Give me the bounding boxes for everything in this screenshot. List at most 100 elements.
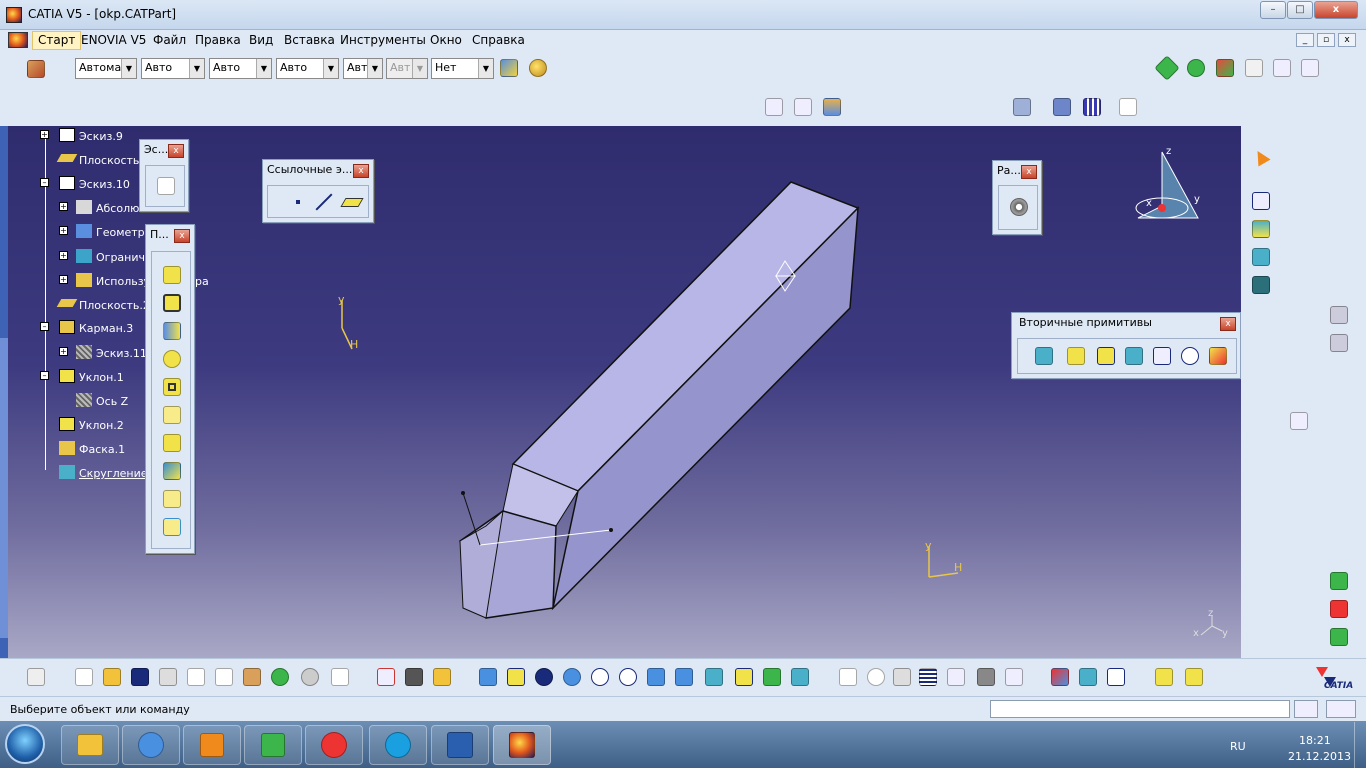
apply-material-icon[interactable] [1048,666,1072,688]
inertia-icon[interactable] [1104,666,1128,688]
pan-icon[interactable] [1154,55,1180,81]
catia-menu-icon[interactable] [8,32,28,48]
boolean-icon[interactable] [1249,190,1273,212]
transparency-select[interactable]: Авто ▼ [141,58,205,79]
palette-close-button[interactable]: x [1220,317,1236,331]
formula-icon[interactable] [836,666,860,688]
stiffener-icon[interactable] [160,460,184,482]
new-icon[interactable] [72,666,96,688]
copy-icon[interactable] [212,666,236,688]
language-indicator[interactable]: RU [1230,740,1246,753]
select-arrow-icon[interactable] [1249,146,1273,168]
measure-icon[interactable] [820,96,844,118]
surface-icon[interactable] [1249,218,1273,240]
whats-this-icon[interactable] [328,666,352,688]
close-button[interactable]: x [1314,1,1358,19]
axis-system-icon[interactable] [402,666,426,688]
taskbar-explorer[interactable] [61,725,119,765]
hide-show-icon[interactable] [1213,57,1237,79]
point-symbol-select[interactable]: Авт ▼ [343,58,383,79]
edge-fillet-icon[interactable] [1032,345,1056,367]
maximize-button[interactable]: □ [1287,1,1313,19]
knowledge-tree-icon[interactable] [944,666,968,688]
tree-item-sketch10[interactable]: Эскиз.10 [79,178,130,191]
print-icon[interactable] [156,666,180,688]
palette-close-button[interactable]: x [1021,165,1037,179]
tree-expander[interactable]: + [40,130,49,139]
minimize-button[interactable]: – [1260,1,1286,19]
tree-scrollbar[interactable] [0,126,8,658]
clock-time[interactable]: 18:21 [1299,734,1331,747]
text-annotation-icon[interactable] [762,96,786,118]
pan-icon[interactable] [532,666,556,688]
draft-icon[interactable] [1094,345,1118,367]
tree-collapser[interactable]: – [40,178,49,187]
zoom-in-icon[interactable] [588,666,612,688]
fly-mode-icon[interactable] [476,666,500,688]
rib-icon[interactable] [160,404,184,426]
save-icon[interactable] [128,666,152,688]
table-icon[interactable] [916,666,940,688]
removed-loft-icon[interactable] [160,516,184,538]
flag-note-icon[interactable] [791,96,815,118]
start-button[interactable] [5,724,45,764]
layer-select[interactable]: Нет ▼ [431,58,494,79]
tree-item-draft2[interactable]: Уклон.2 [79,419,124,432]
taskbar-catia[interactable] [493,725,551,765]
close-surface-icon[interactable] [1249,274,1273,296]
open-icon[interactable] [100,666,124,688]
lock-icon[interactable] [974,666,998,688]
cut-icon[interactable] [184,666,208,688]
menu-help[interactable]: Справка [467,33,530,49]
tree-item-used[interactable]: Использу [96,275,150,288]
show-desktop-button[interactable] [1354,722,1366,768]
tree-item-plane2[interactable]: Плоскость.2 [79,299,150,312]
thread-icon[interactable] [1178,345,1202,367]
zoom-area-icon[interactable] [1116,96,1140,118]
menu-edit[interactable]: Правка [190,33,246,49]
thick-surface-icon[interactable] [1249,246,1273,268]
multi-view-icon[interactable] [672,666,696,688]
thickness-icon[interactable] [1150,345,1174,367]
tree-item-sketch9[interactable]: Эскиз.9 [79,130,123,143]
mdi-restore-button[interactable]: ▫ [1317,33,1335,47]
taskbar-yandex[interactable] [305,725,363,765]
pad-icon[interactable] [160,264,184,286]
menu-view[interactable]: Вид [244,33,278,49]
tree-expander[interactable]: + [59,226,68,235]
knowledge-icon[interactable] [430,666,454,688]
view-mode-icon[interactable] [1010,96,1034,118]
menu-file[interactable]: Файл [148,33,191,49]
tree-item-geometry[interactable]: Геометри [96,226,152,239]
line-icon[interactable] [312,191,336,213]
compass[interactable]: z x y [1132,146,1212,226]
tree-item-constraints[interactable]: Огранич [96,251,145,264]
paste-icon[interactable] [240,666,264,688]
cut-view-icon[interactable] [1050,96,1074,118]
menu-enovia[interactable]: ENOVIA V5 [76,33,151,49]
catalog-browser-icon[interactable] [1152,666,1176,688]
zoom-out-icon[interactable] [616,666,640,688]
mdi-close-button[interactable]: x [1338,33,1356,47]
catalog-icon[interactable] [1327,598,1351,620]
hole-icon[interactable] [160,376,184,398]
workbench-icon[interactable] [24,666,48,688]
mdi-minimize-button[interactable]: _ [1296,33,1314,47]
line-thickness-select[interactable]: Авто ▼ [209,58,272,79]
tree-collapser[interactable]: – [40,371,49,380]
undo-icon[interactable] [268,666,292,688]
set-icon[interactable] [1002,666,1026,688]
command-history-button[interactable] [1294,700,1318,718]
line-icon[interactable] [1270,57,1294,79]
tools-palette-icon[interactable] [1327,570,1351,592]
swap-space-icon[interactable] [788,666,812,688]
normal-view-icon[interactable] [644,666,668,688]
point-icon[interactable] [286,191,310,213]
tree-item-plane[interactable]: Плоскость. [79,154,143,167]
shading-icon[interactable] [732,666,756,688]
tree-item-sketch11[interactable]: Эскиз.11 [96,347,147,360]
cancel-command-button[interactable] [1326,700,1356,718]
palette-close-button[interactable]: x [168,144,184,158]
pocket-icon[interactable] [160,292,184,314]
color-select[interactable]: Автома ▼ [75,58,137,79]
